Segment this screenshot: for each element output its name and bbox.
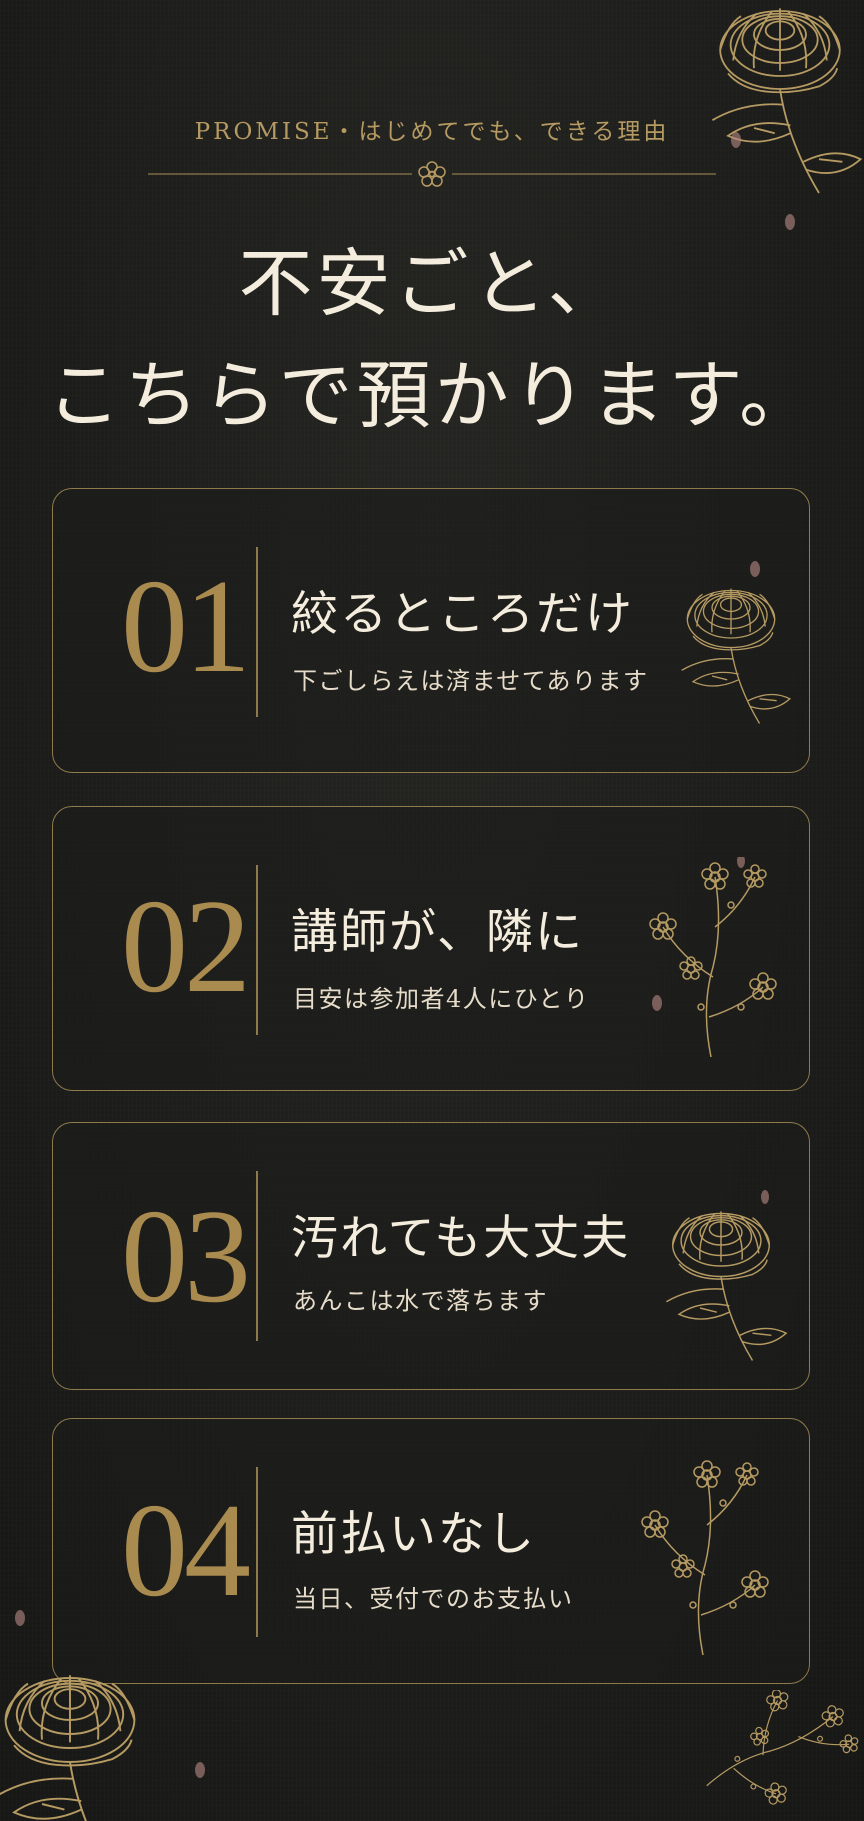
headline-line-1: 不安ごと、 — [238, 241, 626, 327]
card-number: 04 — [121, 1476, 251, 1624]
card-title: 前払いなし — [291, 1507, 536, 1562]
promise-card-2: 02 講師が、隣に 目安は参加者4人にひとり — [52, 806, 810, 1091]
promise-card-3: 03 汚れても大丈夫 あんこは水で落ちます — [52, 1122, 810, 1390]
card-divider — [256, 1467, 258, 1637]
page-title: 不安ごと、 こちらで預かります。 — [0, 228, 864, 452]
plum-blossom-branch-icon — [649, 857, 777, 1058]
card-subtitle: あんこは水で落ちます — [293, 1287, 548, 1315]
card-subtitle: 目安は参加者4人にひとり — [293, 985, 590, 1013]
divider-ornament — [148, 161, 716, 187]
plum-blossom-branch-icon — [641, 1460, 769, 1656]
card-number: 02 — [121, 872, 251, 1020]
chrysanthemum-icon — [680, 561, 791, 725]
card-number: 01 — [121, 552, 251, 700]
card-title: 汚れても大丈夫 — [291, 1211, 631, 1266]
card-divider — [256, 865, 258, 1035]
card-number: 03 — [121, 1182, 251, 1330]
plum-blossom-branch-icon — [700, 1690, 864, 1821]
page: PROMISE・はじめてでも、できる理由 不安ごと、 こちらで預かります。 01… — [0, 0, 864, 1821]
card-title: 講師が、隣に — [291, 905, 585, 960]
section-eyebrow: PROMISE・はじめてでも、できる理由 — [194, 119, 670, 145]
card-divider — [256, 1171, 258, 1341]
chrysanthemum-icon — [665, 1190, 787, 1362]
card-title: 絞るところだけ — [291, 587, 634, 642]
card-subtitle: 当日、受付でのお支払い — [293, 1585, 574, 1613]
card-divider — [256, 547, 258, 717]
promise-card-1: 01 絞るところだけ 下ごしらえは済ませてあります — [52, 488, 810, 773]
card-subtitle: 下ごしらえは済ませてあります — [293, 667, 649, 695]
headline-line-2: こちらで預かります。 — [46, 353, 818, 439]
chrysanthemum-corner-icon — [0, 1610, 205, 1821]
